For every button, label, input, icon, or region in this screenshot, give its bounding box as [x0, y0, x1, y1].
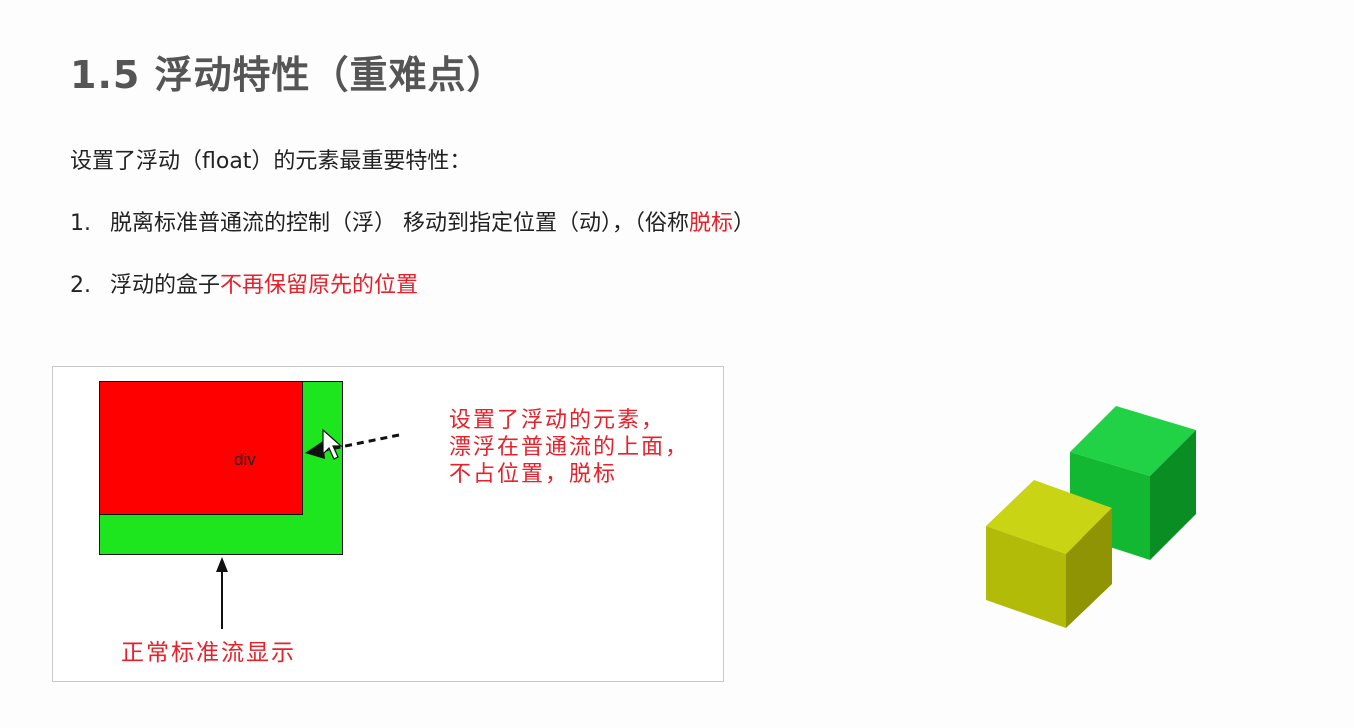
cubes-illustration	[986, 406, 1196, 628]
up-arrow-head	[216, 557, 228, 572]
slide: 1.5 浮动特性（重难点） 设置了浮动（float）的元素最重要特性： 1. 脱离…	[0, 0, 1354, 728]
annotation-line-3: 不占位置，脱标	[449, 462, 618, 487]
yellow-cube	[986, 480, 1112, 628]
list-item-2-highlight: 不再保留原先的位置	[220, 273, 419, 298]
intro-line: 设置了浮动（float）的元素最重要特性：	[70, 149, 472, 174]
list-item-2-text: 浮动的盒子	[110, 273, 221, 298]
list-item-2-number: 2.	[70, 273, 91, 298]
mouse-cursor-icon	[322, 428, 343, 460]
list-item-1-suffix: ）	[733, 211, 756, 236]
normal-flow-label: 正常标准流显示	[121, 640, 296, 666]
list-item-1-number: 1.	[70, 211, 91, 236]
annotation-line-1: 设置了浮动的元素，	[449, 408, 666, 433]
float-diagram: div 设置了浮动的元素， 漂浮在普通流的上面， 不占位置，脱标 正常标准流显示	[52, 366, 724, 682]
list-item-1: 1. 脱离标准普通流的控制（浮） 移动到指定位置（动），（俗称脱标）	[70, 205, 755, 237]
slide-title: 1.5 浮动特性（重难点）	[70, 53, 506, 97]
list-item-2: 2. 浮动的盒子不再保留原先的位置	[70, 267, 418, 299]
dashed-arrow-head	[305, 441, 325, 459]
list-item-1-text: 脱离标准普通流的控制（浮） 移动到指定位置（动），（俗称	[110, 211, 689, 236]
list-item-1-highlight: 脱标	[689, 211, 734, 236]
annotation-line-2: 漂浮在普通流的上面，	[449, 435, 690, 460]
float-annotation: 设置了浮动的元素， 漂浮在普通流的上面， 不占位置，脱标	[449, 407, 689, 488]
